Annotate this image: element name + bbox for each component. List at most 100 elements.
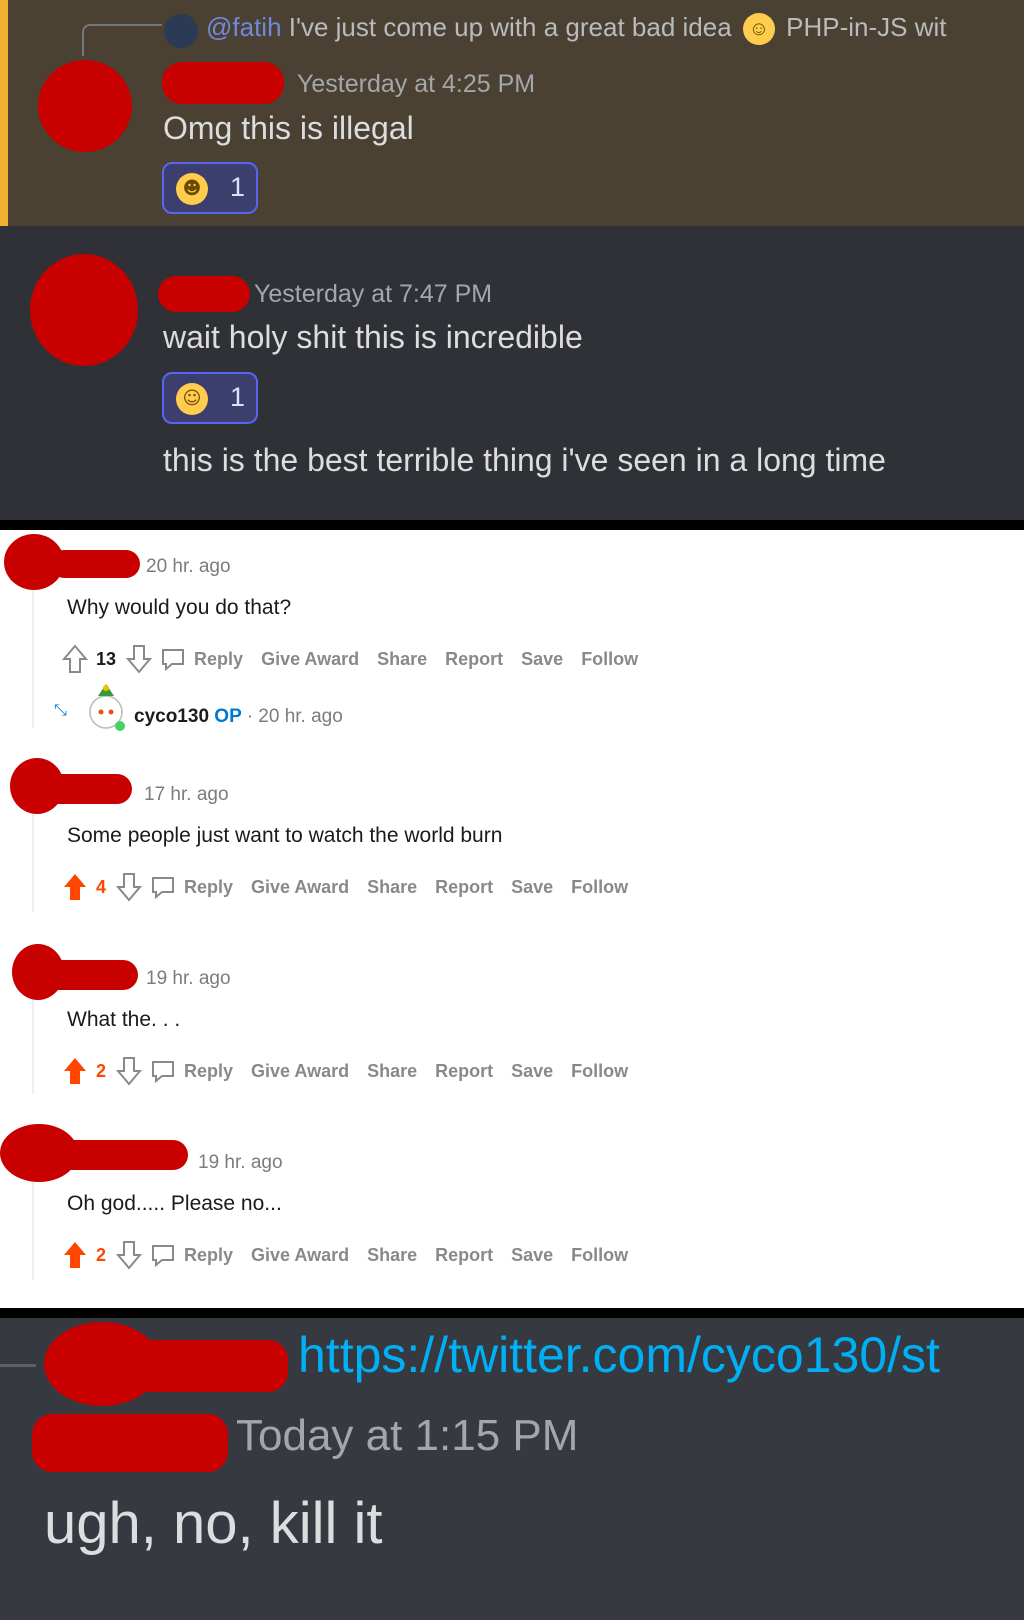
redacted-username (32, 1414, 228, 1472)
report-button[interactable]: Report (435, 877, 493, 898)
report-button[interactable]: Report (435, 1061, 493, 1082)
vote-score: 2 (96, 1244, 107, 1265)
downvote-icon[interactable] (125, 644, 153, 674)
comment-body: Oh god..... Please no... (67, 1192, 282, 1215)
save-button[interactable]: Save (511, 1061, 553, 1082)
comment-body: What the. . . (67, 1008, 181, 1031)
comment-timestamp[interactable]: 20 hr. ago (258, 706, 343, 727)
reply-button[interactable]: Reply (184, 1061, 233, 1082)
discord-message-highlighted: @fatih I've just come up with a great ba… (0, 0, 1024, 226)
redacted-username (50, 1140, 188, 1170)
reaction-button[interactable]: ☺ 1 (162, 372, 258, 424)
mention-accent-bar (0, 0, 8, 226)
twitter-link[interactable]: https://twitter.com/cyco130/st (298, 1326, 940, 1384)
vote-score: 13 (96, 648, 117, 669)
thread-line[interactable] (32, 810, 34, 912)
grin-emoji-icon: ☺ (176, 383, 208, 415)
reaction-count: 1 (230, 382, 246, 412)
message-timestamp: Yesterday at 4:25 PM (297, 70, 536, 98)
vote-score: 4 (96, 876, 107, 897)
comment-actions: 4 Reply Give Award Share Report Save Fol… (62, 870, 646, 904)
comment-actions: 2 Reply Give Award Share Report Save Fol… (62, 1238, 646, 1272)
share-button[interactable]: Share (377, 649, 427, 670)
thread-line[interactable] (32, 580, 34, 728)
comment-body: Some people just want to watch the world… (67, 824, 503, 847)
follow-button[interactable]: Follow (571, 1061, 628, 1082)
message-text: Omg this is illegal (163, 110, 414, 146)
thread-line[interactable] (32, 1180, 34, 1280)
comment-bubble-icon (160, 647, 186, 672)
reply-avatar[interactable] (164, 14, 198, 48)
downvote-icon[interactable] (115, 1240, 143, 1270)
reply-connector (82, 24, 162, 56)
thread-line[interactable] (32, 994, 34, 1094)
redacted-username (44, 774, 132, 804)
comment-timestamp[interactable]: 19 hr. ago (146, 968, 231, 990)
op-badge: OP (214, 706, 242, 727)
reply-preview-text: I've just come up with a great bad idea (288, 12, 732, 42)
followup-message-text: this is the best terrible thing i've see… (163, 442, 886, 478)
comment-actions: 13 Reply Give Award Share Report Save Fo… (61, 642, 656, 676)
give-award-button[interactable]: Give Award (261, 649, 359, 670)
op-username[interactable]: cyco130 OP · 20 hr. ago (134, 706, 343, 728)
message-text: wait holy shit this is incredible (163, 319, 583, 355)
grin-emoji-icon: ☺ (742, 13, 775, 46)
reply-preview[interactable]: @fatih I've just come up with a great ba… (206, 12, 947, 46)
save-button[interactable]: Save (511, 1245, 553, 1266)
give-award-button[interactable]: Give Award (251, 1245, 349, 1266)
reaction-count: 1 (230, 172, 246, 202)
redacted-username (120, 1340, 288, 1392)
message-text: ugh, no, kill it (44, 1491, 383, 1556)
message-timestamp: Yesterday at 7:47 PM (254, 280, 493, 308)
downvote-icon[interactable] (115, 1056, 143, 1086)
redacted-username (162, 62, 284, 104)
give-award-button[interactable]: Give Award (251, 1061, 349, 1082)
comment-timestamp[interactable]: 17 hr. ago (144, 784, 229, 806)
redacted-username (50, 550, 140, 578)
share-button[interactable]: Share (367, 877, 417, 898)
share-button[interactable]: Share (367, 1061, 417, 1082)
save-button[interactable]: Save (521, 649, 563, 670)
reply-connector (0, 1364, 36, 1367)
comment-actions: 2 Reply Give Award Share Report Save Fol… (62, 1054, 646, 1088)
reply-mention[interactable]: @fatih (206, 12, 282, 42)
follow-button[interactable]: Follow (571, 877, 628, 898)
reddit-comments-panel: 20 hr. ago Why would you do that? 13 Rep… (0, 530, 1024, 1308)
share-button[interactable]: Share (367, 1245, 417, 1266)
reply-button[interactable]: Reply (194, 649, 243, 670)
discord-message: Yesterday at 7:47 PM wait holy shit this… (0, 226, 1024, 520)
comment-body: Why would you do that? (67, 596, 292, 619)
comment-bubble-icon (150, 875, 176, 900)
redacted-avatar (30, 254, 138, 366)
redacted-avatar (38, 60, 132, 152)
report-button[interactable]: Report (435, 1245, 493, 1266)
comment-bubble-icon (150, 1243, 176, 1268)
expand-icon[interactable]: ⤡ (54, 702, 67, 720)
message-timestamp: Today at 1:15 PM (236, 1411, 579, 1460)
comment-bubble-icon (150, 1059, 176, 1084)
redacted-username (44, 960, 138, 990)
give-award-button[interactable]: Give Award (251, 877, 349, 898)
comment-timestamp[interactable]: 19 hr. ago (198, 1152, 283, 1174)
save-button[interactable]: Save (511, 877, 553, 898)
report-button[interactable]: Report (445, 649, 503, 670)
discord-bottom-panel: https://twitter.com/cyco130/st Today at … (0, 1318, 1024, 1620)
upvote-icon[interactable] (62, 1056, 88, 1086)
reply-button[interactable]: Reply (184, 1245, 233, 1266)
vote-score: 2 (96, 1060, 107, 1081)
upvote-icon[interactable] (62, 1240, 88, 1270)
downvote-icon[interactable] (115, 872, 143, 902)
avatar[interactable] (84, 682, 128, 734)
reply-preview-tail: PHP-in-JS wit (786, 12, 947, 42)
discord-top-panel: @fatih I've just come up with a great ba… (0, 0, 1024, 520)
redacted-username (158, 276, 250, 312)
joy-emoji-icon: ☻ (176, 173, 208, 205)
upvote-icon[interactable] (61, 644, 89, 674)
upvote-icon[interactable] (62, 872, 88, 902)
follow-button[interactable]: Follow (581, 649, 638, 670)
username[interactable]: cyco130 (134, 706, 209, 727)
follow-button[interactable]: Follow (571, 1245, 628, 1266)
reply-button[interactable]: Reply (184, 877, 233, 898)
comment-timestamp[interactable]: 20 hr. ago (146, 556, 231, 578)
reaction-button[interactable]: ☻ 1 (162, 162, 258, 214)
